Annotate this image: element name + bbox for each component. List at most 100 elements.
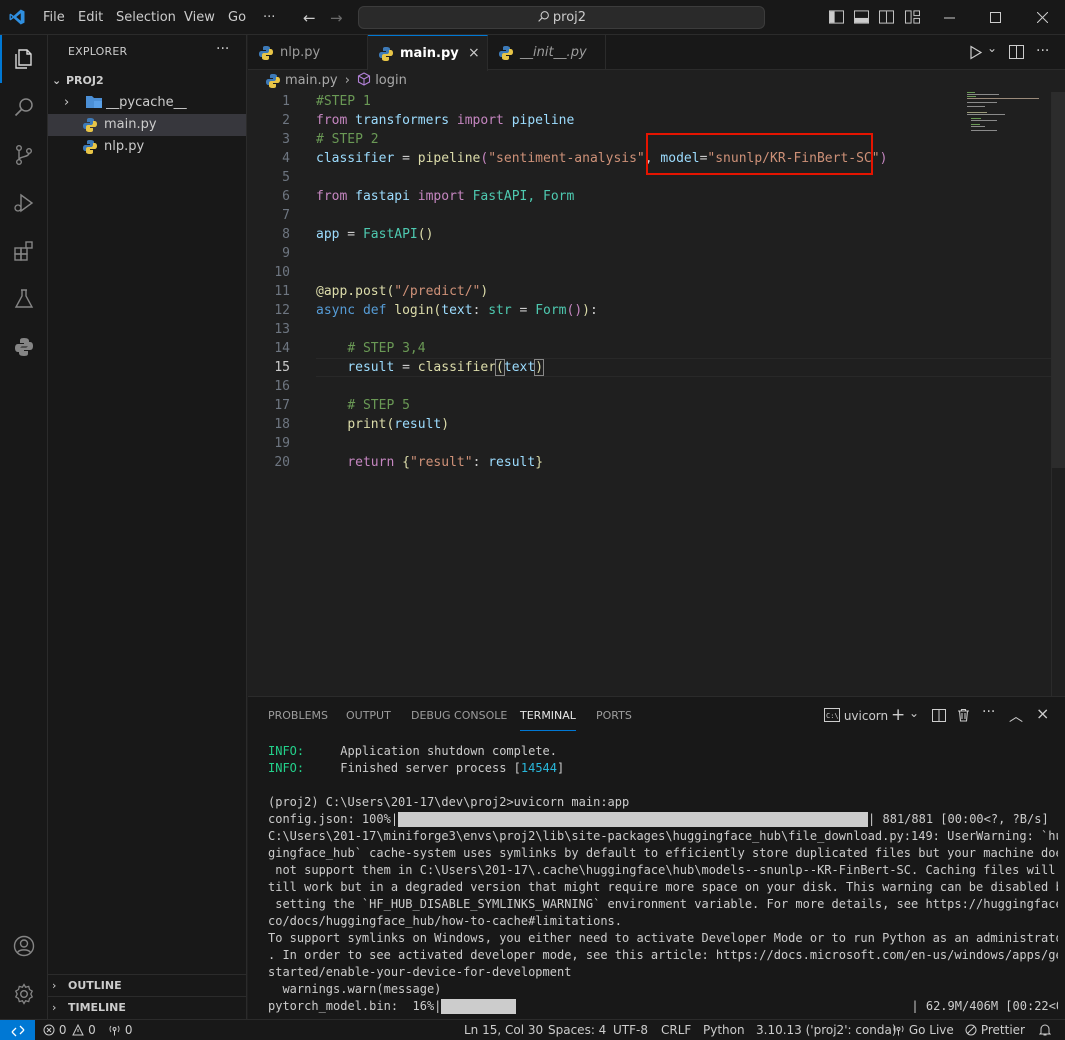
- testing-button[interactable]: [0, 275, 48, 323]
- project-folder-header[interactable]: ⌄ PROJ2: [48, 70, 246, 92]
- close-panel-icon[interactable]: ×: [1036, 704, 1049, 723]
- tab-label: nlp.py: [280, 45, 321, 60]
- timeline-section-header[interactable]: › TIMELINE: [48, 996, 246, 1018]
- search-button[interactable]: [0, 83, 48, 131]
- line-number: 13: [274, 322, 290, 337]
- menu-view[interactable]: View: [184, 0, 215, 35]
- terminal-dropdown-chevron-icon[interactable]: ⌄: [909, 706, 919, 720]
- comment: # STEP 2: [316, 132, 379, 147]
- minimap[interactable]: [965, 92, 1050, 696]
- breadcrumb-file[interactable]: main.py: [285, 73, 338, 88]
- accounts-button[interactable]: [0, 922, 48, 970]
- warning-count: 0: [88, 1023, 96, 1037]
- terminal-instance-selector[interactable]: C:\ uvicorn: [824, 707, 888, 725]
- terminal-output[interactable]: INFO: Application shutdown complete. INF…: [268, 743, 1058, 1018]
- run-icon[interactable]: [969, 45, 983, 60]
- scrollbar-thumb[interactable]: [1052, 92, 1065, 468]
- tree-item-nlp-py[interactable]: nlp.py: [48, 136, 246, 158]
- terminal-line: ]: [557, 761, 565, 775]
- line-number: 6: [282, 189, 290, 204]
- code-editor[interactable]: 1 #STEP 1 2 from transformers import pipel…: [248, 92, 1065, 696]
- outline-section-header[interactable]: › OUTLINE: [48, 974, 246, 996]
- toggle-panel-icon[interactable]: [854, 10, 869, 24]
- prettier-status[interactable]: Prettier: [965, 1020, 1025, 1040]
- toggle-secondary-sidebar-icon[interactable]: [879, 10, 894, 24]
- minimize-button[interactable]: [926, 0, 972, 35]
- customize-layout-icon[interactable]: [905, 10, 920, 24]
- prettier-label: Prettier: [980, 1023, 1025, 1037]
- line-number: 14: [274, 341, 290, 356]
- tab-output[interactable]: OUTPUT: [346, 697, 391, 734]
- tab-ports[interactable]: PORTS: [596, 697, 632, 734]
- line-number: 12: [274, 303, 290, 318]
- process-id: 14544: [520, 761, 557, 775]
- maximize-button[interactable]: [972, 0, 1018, 35]
- breadcrumb-symbol[interactable]: login: [375, 73, 407, 88]
- split-terminal-icon[interactable]: [932, 709, 946, 722]
- remote-indicator-button[interactable]: [0, 1020, 35, 1040]
- config-progress-bar: [398, 812, 869, 827]
- tab-debug-console[interactable]: DEBUG CONSOLE: [411, 697, 507, 734]
- terminal-warning-text: C:\Users\201-17\miniforge3\envs\proj2\li…: [268, 829, 1058, 996]
- editor-more-button[interactable]: ···: [1036, 43, 1049, 59]
- python-file-icon: [83, 117, 97, 132]
- argument: result: [394, 417, 442, 432]
- minimize-icon: [943, 17, 955, 19]
- tab-nlp-py[interactable]: nlp.py: [248, 35, 368, 70]
- extensions-button[interactable]: [0, 227, 48, 275]
- new-terminal-icon[interactable]: +: [891, 705, 905, 725]
- account-icon: [13, 935, 35, 957]
- explorer-sidebar: EXPLORER ··· ⌄ PROJ2 › __pycache__ main.p…: [48, 35, 247, 1019]
- title-bar: File Edit Selection View Go ··· ← → proj…: [0, 0, 1065, 35]
- source-control-button[interactable]: [0, 131, 48, 179]
- panel-more-button[interactable]: ···: [982, 704, 995, 720]
- explorer-button[interactable]: [0, 35, 48, 83]
- menu-go[interactable]: Go: [228, 0, 246, 35]
- trash-icon[interactable]: [957, 708, 970, 722]
- forward-arrow-icon[interactable]: →: [330, 9, 343, 27]
- menu-more-button[interactable]: ···: [263, 0, 275, 35]
- manage-button[interactable]: [0, 970, 48, 1018]
- menu-selection[interactable]: Selection: [116, 0, 176, 35]
- extensions-icon: [14, 241, 33, 261]
- explorer-more-button[interactable]: ···: [216, 41, 229, 57]
- menu-edit[interactable]: Edit: [78, 0, 103, 35]
- ports-status[interactable]: 0: [108, 1020, 132, 1040]
- go-live-button[interactable]: Go Live: [892, 1020, 954, 1040]
- language-mode[interactable]: Python: [703, 1020, 745, 1040]
- line-number: 15: [274, 360, 290, 375]
- tab-main-py[interactable]: main.py ×: [368, 35, 488, 71]
- back-arrow-icon[interactable]: ←: [303, 9, 316, 27]
- python-button[interactable]: [0, 323, 48, 371]
- line-number: 7: [282, 208, 290, 223]
- activity-bar: [0, 35, 48, 1019]
- terminal-line: config.json: 100%|: [268, 812, 399, 826]
- eol-status[interactable]: CRLF: [661, 1020, 691, 1040]
- python-interpreter[interactable]: 3.10.13 ('proj2': conda): [756, 1020, 897, 1040]
- module-name: fastapi: [355, 189, 410, 204]
- editor-scrollbar[interactable]: [1051, 92, 1065, 696]
- info-label: INFO:: [268, 744, 305, 758]
- indentation-status[interactable]: Spaces: 4: [548, 1020, 606, 1040]
- tree-item-main-py[interactable]: main.py: [48, 114, 246, 136]
- menu-file[interactable]: File: [43, 0, 65, 35]
- problems-status[interactable]: 0 0: [43, 1020, 96, 1040]
- toggle-primary-sidebar-icon[interactable]: [829, 10, 844, 24]
- split-editor-icon[interactable]: [1009, 45, 1024, 59]
- terminal-line: | 62.9M/406M [00:22<02:05, 2.74MB/s]: [911, 999, 1058, 1013]
- maximize-icon: [989, 12, 1001, 23]
- tree-item-pycache[interactable]: › __pycache__: [48, 92, 246, 114]
- tab-problems[interactable]: PROBLEMS: [268, 697, 328, 734]
- command-center-search[interactable]: proj2: [358, 6, 765, 29]
- notifications-button[interactable]: [1038, 1020, 1052, 1040]
- run-options-chevron-icon[interactable]: ⌄: [987, 41, 997, 55]
- close-icon[interactable]: ×: [468, 36, 480, 71]
- cursor-position[interactable]: Ln 15, Col 30: [464, 1020, 543, 1040]
- tab-terminal[interactable]: TERMINAL: [520, 701, 576, 731]
- tab-init-py[interactable]: __init__.py: [488, 35, 606, 70]
- run-debug-button[interactable]: [0, 179, 48, 227]
- terminal-line: | 881/881 [00:00<?, ?B/s]: [868, 812, 1049, 826]
- maximize-panel-chevron-up-icon[interactable]: ︿: [1009, 706, 1023, 726]
- close-button[interactable]: [1019, 0, 1065, 35]
- encoding-status[interactable]: UTF-8: [613, 1020, 648, 1040]
